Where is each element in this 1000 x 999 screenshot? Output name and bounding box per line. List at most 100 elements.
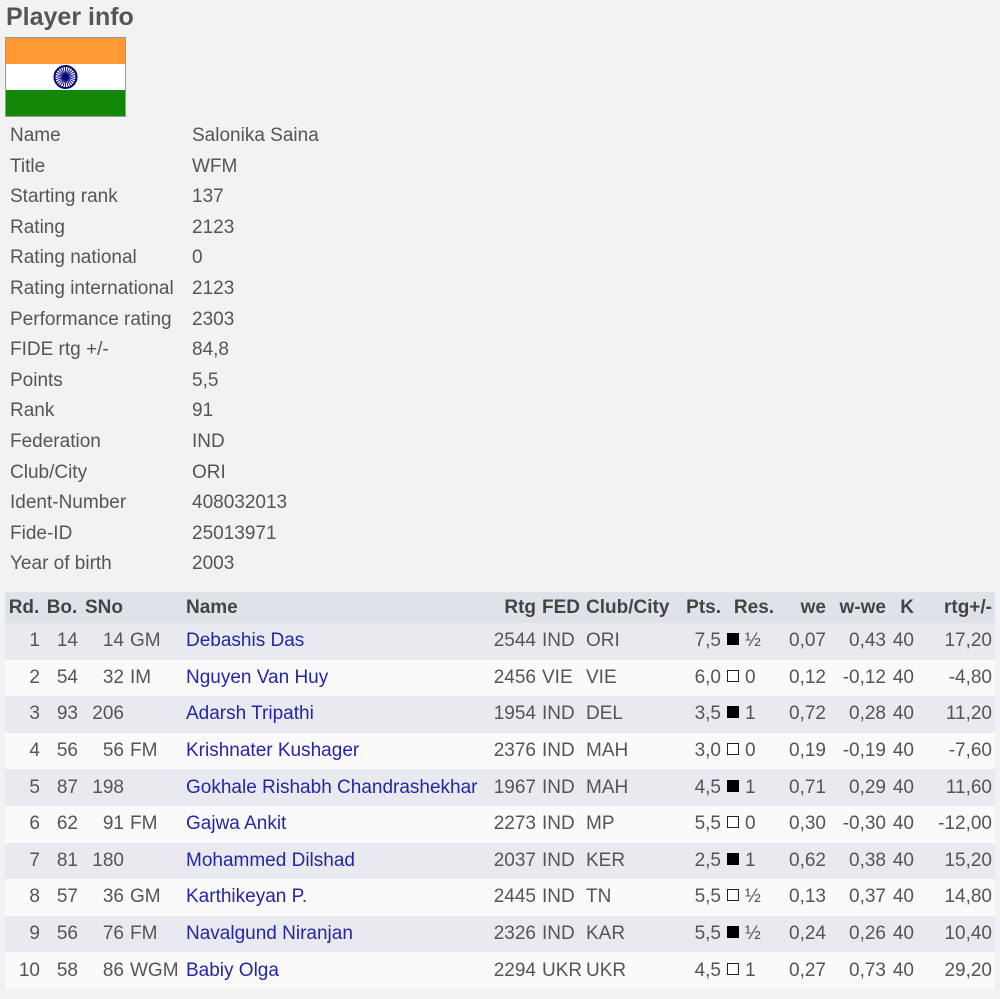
federation-cell: IND	[539, 805, 583, 843]
club-cell: DEL	[583, 696, 678, 733]
opponent-link[interactable]: Debashis Das	[186, 630, 304, 651]
result-cell: 1	[724, 952, 784, 989]
board-cell: 57	[43, 879, 81, 916]
opponent-link[interactable]: Mohammed Dilshad	[186, 850, 355, 871]
we-cell: 0,71	[784, 769, 829, 806]
opponent-link[interactable]: Nguyen Van Huy	[186, 667, 328, 688]
col-header-club[interactable]: Club/City	[583, 592, 678, 623]
club-cell: KAR	[583, 915, 678, 953]
col-header-w-we[interactable]: w-we	[829, 592, 889, 623]
points-cell: 3,0	[678, 732, 724, 770]
we-cell: 0,07	[784, 623, 829, 660]
white-square-icon	[727, 669, 739, 682]
info-value: 2303	[192, 308, 235, 330]
opponent-link[interactable]: Babiy Olga	[186, 960, 279, 981]
col-header-rd[interactable]: Rd.	[5, 592, 43, 623]
table-row: 3 93 206 Adarsh Tripathi 1954 IND DEL 3,5 1 0,72 0…	[5, 696, 995, 733]
info-row: Starting rank 137	[10, 182, 319, 213]
points-cell: 5,5	[678, 805, 724, 843]
info-label: Name	[10, 125, 61, 146]
rating-change-cell: 15,20	[917, 842, 995, 880]
opponent-link[interactable]: Navalgund Niranjan	[186, 923, 353, 944]
white-square-icon	[727, 962, 739, 975]
white-square-icon	[727, 816, 739, 829]
col-header-res[interactable]: Res.	[724, 592, 784, 623]
col-header-pts[interactable]: Pts.	[678, 592, 724, 623]
result-value: 1	[745, 849, 756, 871]
player-info-list: Name Salonika Saina Title WFM Starting rank 1…	[10, 121, 319, 580]
table-row: 8 57 36 GM Karthikeyan P. 2445 IND TN 5,5 ½ 0,13 0,…	[5, 879, 995, 916]
col-header-rtg[interactable]: Rtg	[487, 592, 539, 623]
opponent-name-cell: Debashis Das	[183, 623, 487, 660]
result-cell: ½	[724, 623, 784, 660]
col-header-k[interactable]: K	[889, 592, 917, 623]
opponent-link[interactable]: Gajwa Ankit	[186, 813, 286, 834]
info-value: 84,8	[192, 339, 229, 361]
result-cell: 0	[724, 805, 784, 843]
k-cell: 40	[889, 842, 917, 880]
round-cell: 9	[5, 915, 43, 953]
points-cell: 2,5	[678, 842, 724, 880]
results-header-row: Rd. Bo. SNo Name Rtg FED Club/City Pts. …	[5, 592, 995, 623]
opponent-link[interactable]: Karthikeyan P.	[186, 886, 307, 907]
round-cell: 6	[5, 805, 43, 843]
title-cell: FM	[127, 732, 183, 770]
result-cell: 1	[724, 696, 784, 733]
results-table: Rd. Bo. SNo Name Rtg FED Club/City Pts. …	[5, 592, 995, 989]
result-cell: 1	[724, 769, 784, 806]
points-cell: 3,5	[678, 696, 724, 733]
table-row: 1 14 14 GM Debashis Das 2544 IND ORI 7,5 ½ 0,07 0,4…	[5, 623, 995, 660]
info-row: Performance rating 2303	[10, 305, 319, 336]
result-value: ½	[745, 630, 761, 652]
round-cell: 8	[5, 879, 43, 916]
club-cell: KER	[583, 842, 678, 880]
rating-change-cell: 10,40	[917, 915, 995, 953]
opponent-link[interactable]: Krishnater Kushager	[186, 740, 359, 761]
title-cell: GM	[127, 879, 183, 916]
india-flag-icon	[5, 37, 126, 117]
result-value: ½	[745, 886, 761, 908]
round-cell: 4	[5, 732, 43, 770]
col-header-sno[interactable]: SNo	[81, 592, 127, 623]
w-we-cell: 0,43	[829, 623, 889, 660]
info-row: Year of birth 2003	[10, 549, 319, 580]
info-row: Rating 2123	[10, 213, 319, 244]
title-cell: WGM	[127, 952, 183, 989]
w-we-cell: -0,12	[829, 659, 889, 697]
rating-change-cell: -12,00	[917, 805, 995, 843]
col-header-rtg-diff[interactable]: rtg+/-	[917, 592, 995, 623]
info-row: Points 5,5	[10, 366, 319, 397]
rating-cell: 2273	[487, 805, 539, 843]
start-number-cell: 14	[81, 623, 127, 660]
board-cell: 56	[43, 915, 81, 953]
col-header-we[interactable]: we	[784, 592, 829, 623]
rating-change-cell: -7,60	[917, 732, 995, 770]
col-header-fed[interactable]: FED	[539, 592, 583, 623]
board-cell: 56	[43, 732, 81, 770]
info-label: Club/City	[10, 461, 88, 483]
opponent-link[interactable]: Adarsh Tripathi	[186, 703, 314, 724]
federation-cell: IND	[539, 732, 583, 770]
k-cell: 40	[889, 952, 917, 989]
info-row: Rank 91	[10, 396, 319, 427]
opponent-name-cell: Babiy Olga	[183, 952, 487, 989]
info-row: Fide-ID 25013971	[10, 519, 319, 550]
info-label: Points	[10, 369, 63, 391]
federation-cell: UKR	[539, 952, 583, 989]
info-label: Performance rating	[10, 308, 172, 330]
rating-cell: 1967	[487, 769, 539, 806]
opponent-name-cell: Mohammed Dilshad	[183, 842, 487, 880]
federation-cell: IND	[539, 879, 583, 916]
col-header-bo[interactable]: Bo.	[43, 592, 81, 623]
page-title: Player info	[6, 3, 134, 31]
info-value: Salonika Saina	[192, 125, 319, 146]
table-row: 7 81 180 Mohammed Dilshad 2037 IND KER 2,5 1 0,62…	[5, 842, 995, 880]
start-number-cell: 91	[81, 805, 127, 843]
col-header-name[interactable]: Name	[183, 592, 487, 623]
round-cell: 10	[5, 952, 43, 989]
opponent-link[interactable]: Gokhale Rishabh Chandrashekhar	[186, 777, 478, 798]
w-we-cell: 0,28	[829, 696, 889, 733]
k-cell: 40	[889, 732, 917, 770]
w-we-cell: 0,29	[829, 769, 889, 806]
info-row: Club/City ORI	[10, 458, 319, 489]
